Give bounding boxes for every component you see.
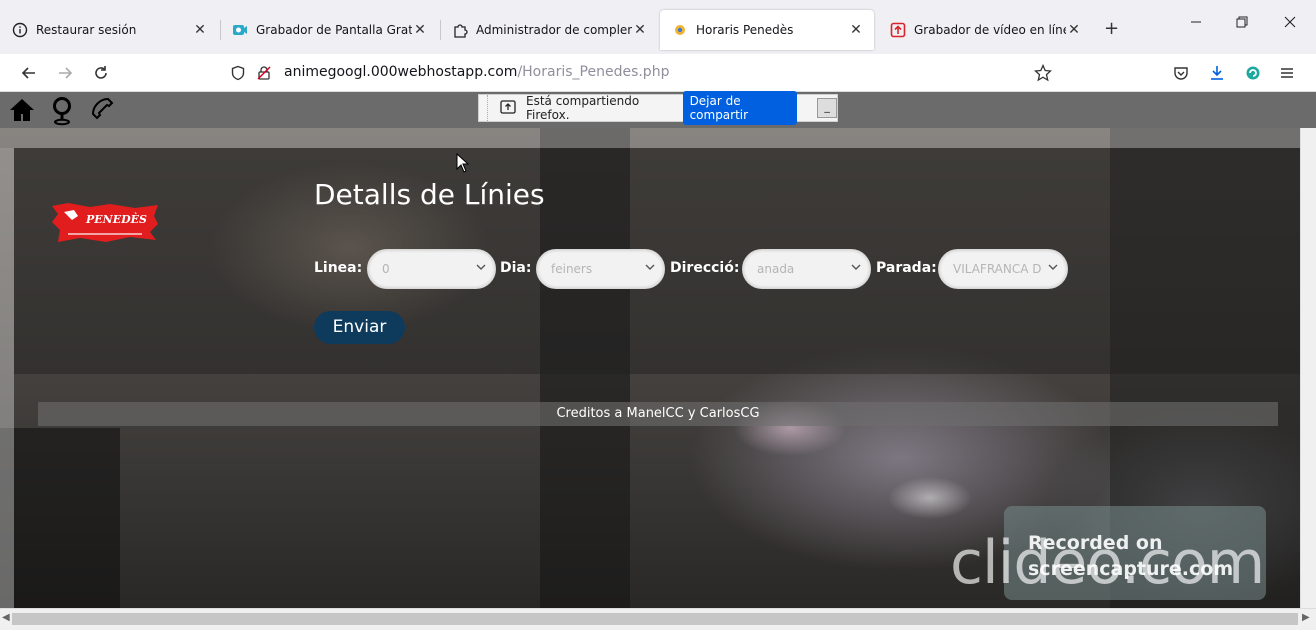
stop-sharing-button[interactable]: Dejar de compartir	[682, 91, 798, 125]
watermark-line-2: screencapture.com	[1028, 558, 1234, 580]
url-text: animegoogl.000webhostapp.com/Horaris_Pen…	[284, 64, 669, 80]
navigation-bar: animegoogl.000webhostapp.com/Horaris_Pen…	[0, 54, 1316, 92]
mouse-cursor-icon	[456, 153, 470, 173]
tab-title: Grabador de Pantalla Gratis – C	[256, 23, 412, 37]
share-screen-icon	[500, 99, 516, 117]
stop-select-value: VILAFRANCA D	[953, 262, 1042, 276]
chevron-down-icon	[645, 264, 655, 270]
direction-label: Direcció:	[670, 260, 740, 276]
forward-button[interactable]	[54, 62, 76, 84]
minimize-button[interactable]	[1186, 16, 1206, 32]
back-button[interactable]	[18, 62, 40, 84]
page-title: Detalls de Línies	[314, 178, 545, 211]
line-select-value: 0	[382, 262, 390, 276]
pocket-icon	[1174, 67, 1188, 80]
penedes-logo[interactable]: PENEDÈS	[50, 202, 160, 244]
day-select-value: feiners	[551, 262, 593, 276]
phone-icon[interactable]	[88, 96, 116, 128]
tab-title: Restaurar sesión	[36, 23, 137, 37]
page-background: PENEDÈS Detalls de Línies Linea: 0 Dia: …	[0, 128, 1300, 608]
line-select[interactable]: 0	[367, 249, 496, 289]
tab-administrador-complementos[interactable]: Administrador de complementos ✕	[440, 10, 658, 50]
svg-text:PENEDÈS: PENEDÈS	[85, 212, 147, 226]
shield-icon[interactable]	[230, 65, 246, 85]
extension-swirl-icon	[1246, 66, 1260, 80]
close-icon[interactable]: ✕	[412, 22, 428, 38]
page-top-frame	[0, 128, 1300, 148]
sharing-indicator: Está compartiendo Firefox. Dejar de comp…	[478, 91, 838, 125]
tab-title: Administrador de complementos	[476, 23, 632, 37]
credits-bar: Creditos a ManelCC y CarlosCG	[38, 402, 1278, 426]
close-icon[interactable]: ✕	[848, 22, 864, 38]
url-path: /Horaris_Penedes.php	[517, 64, 670, 80]
tab-strip: Restaurar sesión ✕ Grabador de Pantalla …	[0, 0, 1316, 54]
chevron-down-icon	[476, 264, 486, 270]
download-icon	[1211, 66, 1223, 80]
direction-select[interactable]: anada	[742, 249, 871, 289]
tab-grabador-pantalla[interactable]: Grabador de Pantalla Gratis – C ✕	[220, 10, 438, 50]
drag-handle[interactable]	[479, 95, 488, 121]
minimize-indicator-button[interactable]: _	[817, 98, 837, 118]
arrow-left-icon	[21, 67, 35, 79]
reload-icon	[95, 66, 107, 79]
url-bar[interactable]: animegoogl.000webhostapp.com/Horaris_Pen…	[222, 58, 1062, 88]
vertical-scrollbar[interactable]	[1300, 128, 1316, 608]
credits-text: Creditos a ManelCC y CarlosCG	[556, 406, 760, 421]
insecure-lock-icon[interactable]	[256, 65, 272, 85]
close-window-button[interactable]	[1280, 16, 1300, 32]
close-icon[interactable]: ✕	[1066, 22, 1082, 38]
tab-restaurar-sesion[interactable]: Restaurar sesión ✕	[0, 10, 218, 50]
horizontal-scrollbar[interactable]: ◀ ▶	[0, 608, 1316, 630]
downloads-button[interactable]	[1206, 62, 1228, 84]
puzzle-icon	[452, 22, 468, 38]
day-label: Dia:	[500, 260, 532, 276]
restore-button[interactable]	[1232, 16, 1252, 32]
close-icon[interactable]: ✕	[632, 22, 648, 38]
location-pin-icon[interactable]	[50, 96, 74, 130]
tab-title: Grabador de vídeo en línea gra	[914, 23, 1066, 37]
close-icon[interactable]: ✕	[192, 22, 208, 38]
info-icon	[12, 22, 28, 38]
line-label: Linea:	[314, 260, 363, 276]
direction-select-value: anada	[757, 262, 795, 276]
chevron-down-icon	[851, 264, 861, 270]
extension-button[interactable]	[1242, 62, 1264, 84]
send-button[interactable]: Enviar	[314, 311, 405, 344]
screen-recorder-icon	[232, 22, 248, 38]
menu-button[interactable]	[1276, 62, 1298, 84]
chevron-down-icon	[1048, 264, 1058, 270]
home-icon[interactable]	[8, 96, 36, 128]
scroll-thumb[interactable]	[12, 613, 1298, 625]
stop-label: Parada:	[876, 260, 937, 276]
stop-select[interactable]: VILAFRANCA D	[938, 249, 1068, 289]
arrow-right-icon	[59, 67, 73, 79]
bookmark-star-icon[interactable]	[1033, 63, 1053, 86]
tab-grabador-video[interactable]: Grabador de vídeo en línea gra ✕	[878, 10, 1092, 50]
tab-title: Horaris Penedès	[696, 23, 794, 37]
page-left-frame	[0, 148, 14, 608]
pocket-button[interactable]	[1170, 62, 1192, 84]
new-tab-button[interactable]: +	[1104, 18, 1119, 39]
day-select[interactable]: feiners	[536, 249, 665, 289]
site-favicon-icon	[672, 22, 688, 38]
url-host: animegoogl.000webhostapp.com	[284, 64, 518, 80]
tab-horaris-penedes[interactable]: Horaris Penedès ✕	[660, 10, 874, 50]
scroll-right-icon[interactable]: ▶	[1302, 612, 1310, 623]
hamburger-icon	[1281, 68, 1293, 78]
upload-red-icon	[890, 22, 906, 38]
scroll-left-icon[interactable]: ◀	[2, 612, 10, 623]
watermark-line-1: Recorded on	[1028, 532, 1163, 554]
reload-button[interactable]	[90, 62, 112, 84]
background-shadow	[0, 428, 120, 608]
share-label: Está compartiendo Firefox.	[525, 94, 640, 122]
